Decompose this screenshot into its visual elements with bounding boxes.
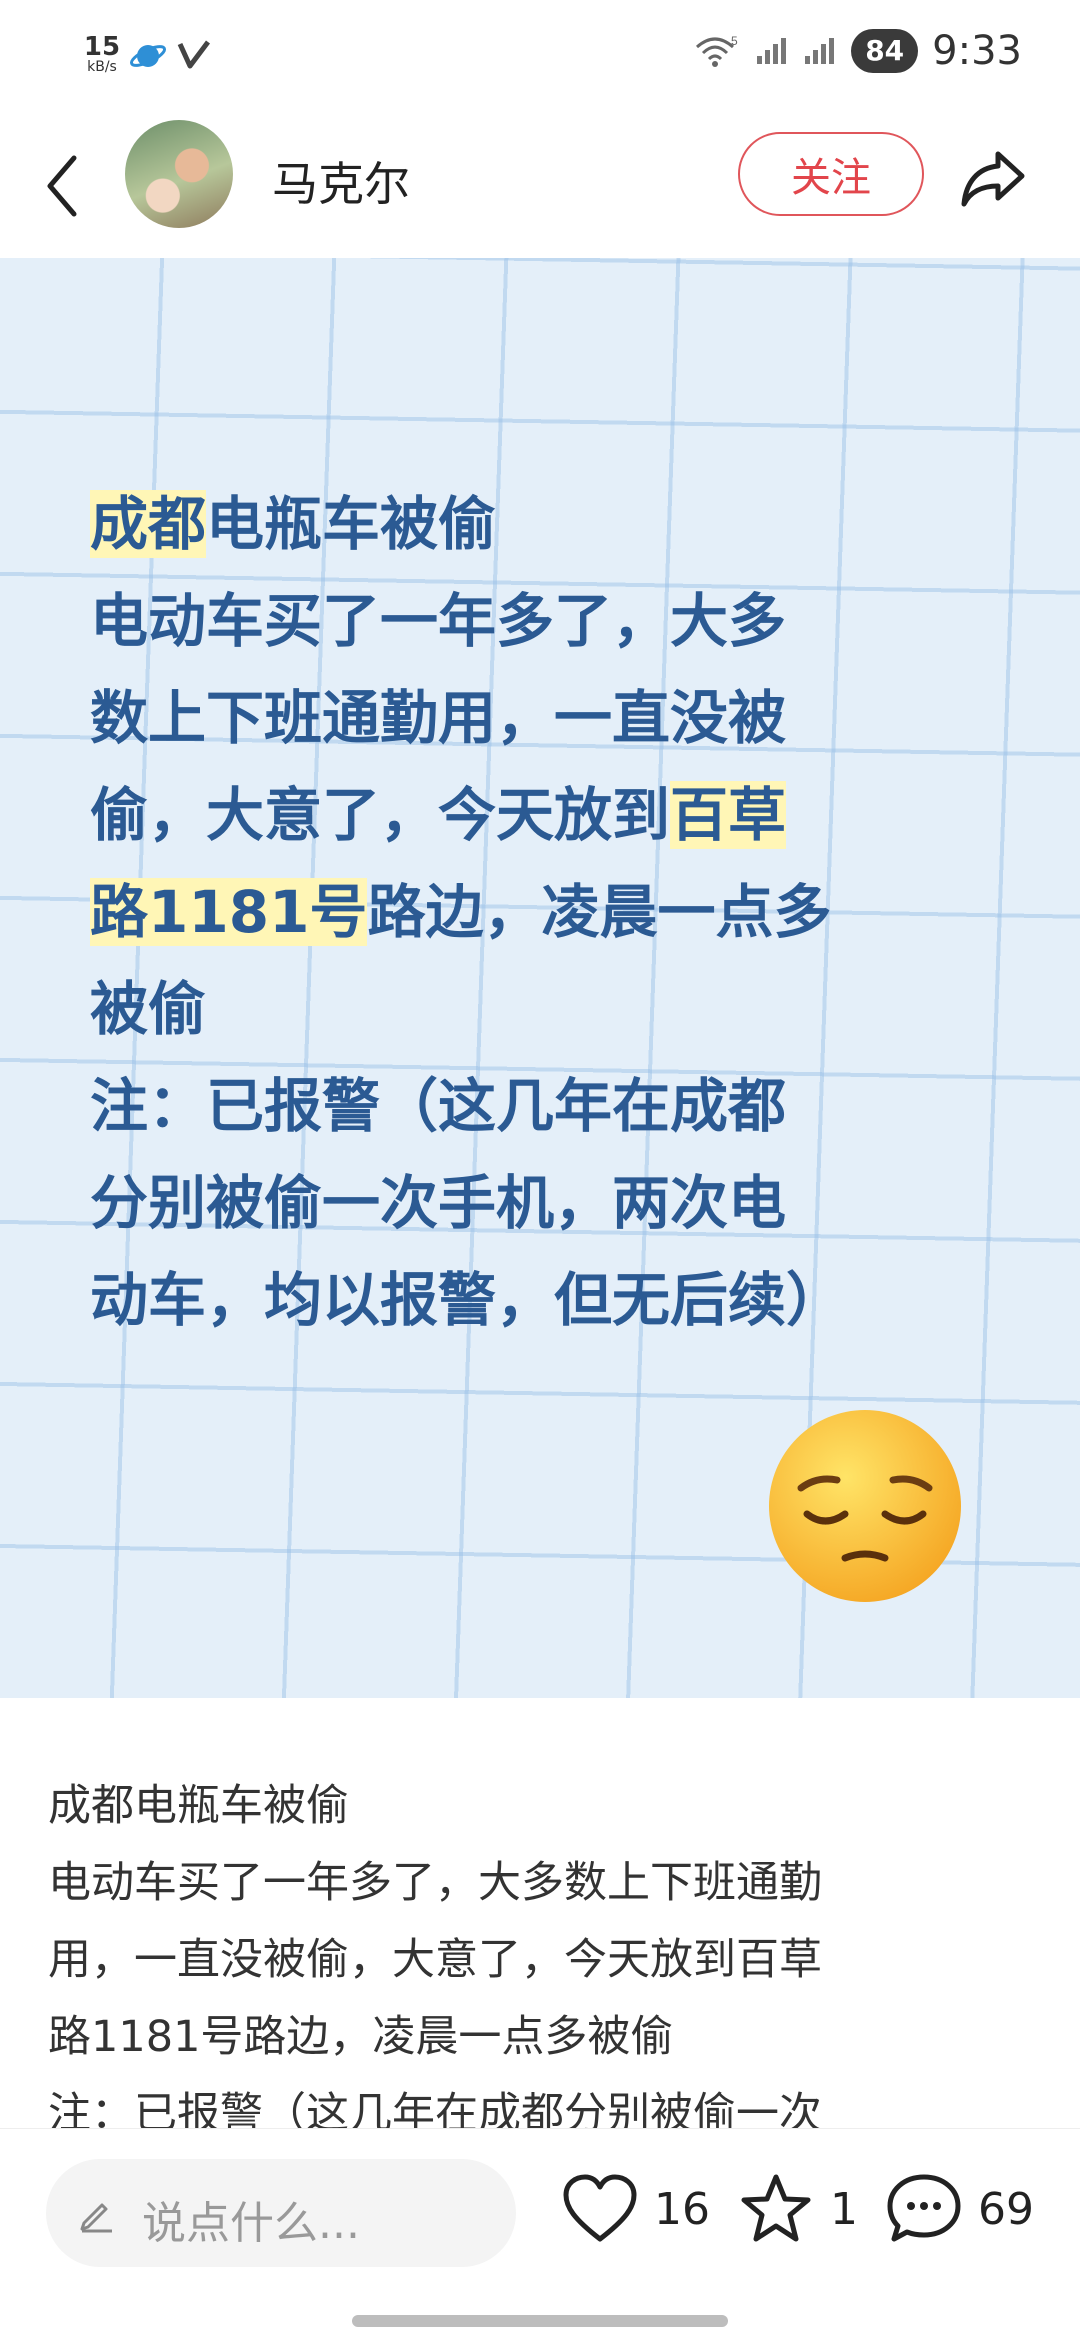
network-speed-value: 15 [83, 32, 121, 62]
image-text-line: 偷，大意了，今天放到百草 [90, 781, 787, 849]
clock: 9:33 [932, 28, 1022, 74]
favorite-button[interactable]: 1 [736, 2171, 858, 2247]
battery-level: 84 [851, 29, 919, 73]
post-header: 马克尔 关注 [0, 110, 1080, 260]
network-speed-unit: kB/s [87, 59, 117, 75]
comment-button[interactable]: 69 [884, 2171, 1034, 2247]
home-indicator[interactable] [352, 2315, 728, 2327]
share-icon[interactable] [958, 146, 1028, 210]
image-text-line: 路1181号路边，凌晨一点多 [90, 878, 832, 946]
v-app-icon [177, 40, 210, 69]
image-text-line: 成都电瓶车被偷 [90, 490, 497, 558]
post-body-line: 注：已报警（这几年在成都分别被偷一次 [48, 2089, 822, 2128]
comment-placeholder: 说点什么... [142, 2198, 360, 2249]
avatar[interactable] [125, 120, 233, 228]
image-text-line: 动车，均以报警，但无后续） [90, 1266, 845, 1334]
wifi-icon: 5 [696, 34, 738, 67]
like-button[interactable]: 16 [560, 2171, 710, 2247]
signal-icon [805, 38, 835, 64]
like-count: 16 [654, 2183, 710, 2235]
back-arrow-icon[interactable] [40, 146, 88, 226]
bottom-action-bar: 说点什么... 16 1 69 [0, 2128, 1080, 2341]
comment-count: 69 [978, 2183, 1034, 2235]
image-text-line: 注：已报警（这几年在成都 [90, 1072, 787, 1140]
author-name[interactable]: 马克尔 [272, 148, 410, 214]
status-bar: 15 kB/s 5 84 9:33 [0, 0, 1080, 110]
pencil-icon [80, 2203, 112, 2233]
post-body-line: 路1181号路边，凌晨一点多被偷 [48, 2012, 674, 2062]
post-body-line: 用，一直没被偷，大意了，今天放到百草 [48, 1935, 822, 1985]
image-text-line: 被偷 [90, 975, 207, 1043]
star-icon [741, 2174, 811, 2242]
pensive-face-emoji-icon [769, 1410, 961, 1602]
post-body-line: 电动车买了一年多了，大多数上下班通勤 [48, 1858, 822, 1908]
comment-input[interactable]: 说点什么... [46, 2159, 516, 2267]
favorite-count: 1 [830, 2183, 858, 2235]
planet-app-icon [129, 45, 167, 67]
comment-bubble-icon [887, 2174, 961, 2242]
signal-icon [757, 38, 787, 64]
image-text-line: 电动车买了一年多了，大多 [90, 587, 787, 655]
post-image-text: 成都电瓶车被偷 电动车买了一年多了，大多 数上下班通勤用，一直没被 偷，大意了，… [90, 476, 990, 1349]
post-image[interactable]: 成都电瓶车被偷 电动车买了一年多了，大多 数上下班通勤用，一直没被 偷，大意了，… [0, 258, 1080, 1698]
image-text-line: 分别被偷一次手机，两次电 [90, 1169, 787, 1237]
post-body: 成都电瓶车被偷 电动车买了一年多了，大多数上下班通勤 用，一直没被偷，大意了，今… [48, 1768, 1038, 2128]
image-text-line: 数上下班通勤用，一直没被 [90, 684, 787, 752]
network-type-label: 5 [731, 34, 738, 48]
follow-button[interactable]: 关注 [738, 132, 924, 216]
network-speed: 15 kB/s [82, 34, 122, 74]
heart-icon [563, 2174, 637, 2242]
post-body-line: 成都电瓶车被偷 [48, 1781, 349, 1831]
